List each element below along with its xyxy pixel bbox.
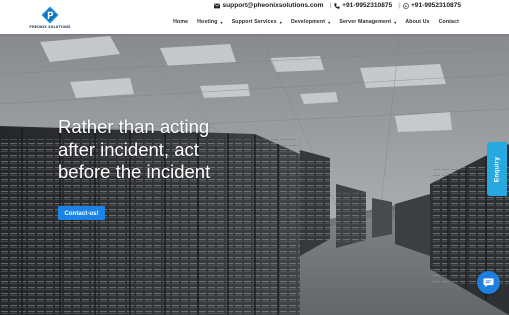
nav-label: Contact: [438, 19, 459, 25]
whatsapp-contact[interactable]: +91-9952310875: [403, 2, 461, 9]
hero-title: Rather than acting after incident, act b…: [58, 116, 278, 184]
chevron-down-icon: ▾: [328, 19, 331, 25]
nav-about-us[interactable]: About Us: [405, 19, 429, 25]
chevron-down-icon: ▾: [279, 19, 282, 25]
contact-bar: support@pheonixsolutions.com | +91-99523…: [214, 1, 461, 10]
enquiry-label: Enquiry: [493, 156, 501, 182]
separator: |: [398, 2, 400, 9]
site-header: PHEONIX SOLUTIONS support@pheonixsolutio…: [0, 0, 509, 34]
nav-support-services[interactable]: Support Services ▾: [232, 19, 282, 25]
nav-label: Home: [173, 19, 189, 25]
contact-us-button[interactable]: Contact-us!: [58, 206, 105, 220]
hero-title-line: after incident, act: [58, 138, 199, 160]
phone-contact[interactable]: +91-9952310875: [334, 2, 392, 9]
nav-label: Support Services: [231, 19, 277, 25]
hero-title-line: before the incident: [58, 161, 211, 182]
email-text: support@pheonixsolutions.com: [222, 2, 324, 9]
nav-label: Development: [290, 19, 326, 25]
nav-contact[interactable]: Contact: [439, 19, 459, 25]
brand-name: PHEONIX SOLUTIONS: [29, 25, 71, 29]
chevron-down-icon: ▾: [220, 19, 223, 25]
brand-logo[interactable]: PHEONIX SOLUTIONS: [28, 6, 72, 34]
nav-label: About Us: [405, 19, 430, 25]
hero-banner: Rather than acting after incident, act b…: [0, 34, 509, 315]
chat-button[interactable]: [477, 271, 500, 294]
nav-label: Server Management: [339, 19, 392, 25]
whatsapp-icon: [403, 2, 409, 9]
nav-development[interactable]: Development ▾: [291, 19, 330, 25]
chat-bubble-icon: [483, 278, 494, 288]
phone-icon: [334, 2, 340, 9]
nav-server-management[interactable]: Server Management ▾: [339, 19, 396, 25]
main-nav: Home Hosting ▾ Support Services ▾ Develo…: [164, 17, 459, 27]
hero-title-line: Rather than acting: [58, 116, 210, 137]
p-logo-icon: [41, 6, 59, 24]
chevron-down-icon: ▾: [394, 19, 397, 25]
email-contact[interactable]: support@pheonixsolutions.com: [214, 2, 323, 9]
nav-hosting[interactable]: Hosting ▾: [197, 19, 223, 25]
phone-text: +91-9952310875: [342, 2, 393, 9]
separator: |: [329, 2, 332, 9]
nav-label: Hosting: [197, 19, 218, 25]
enquiry-tab[interactable]: Enquiry: [487, 142, 507, 196]
nav-home[interactable]: Home: [173, 19, 188, 25]
envelope-icon: [214, 3, 221, 8]
whatsapp-text: +91-9952310875: [410, 2, 461, 9]
